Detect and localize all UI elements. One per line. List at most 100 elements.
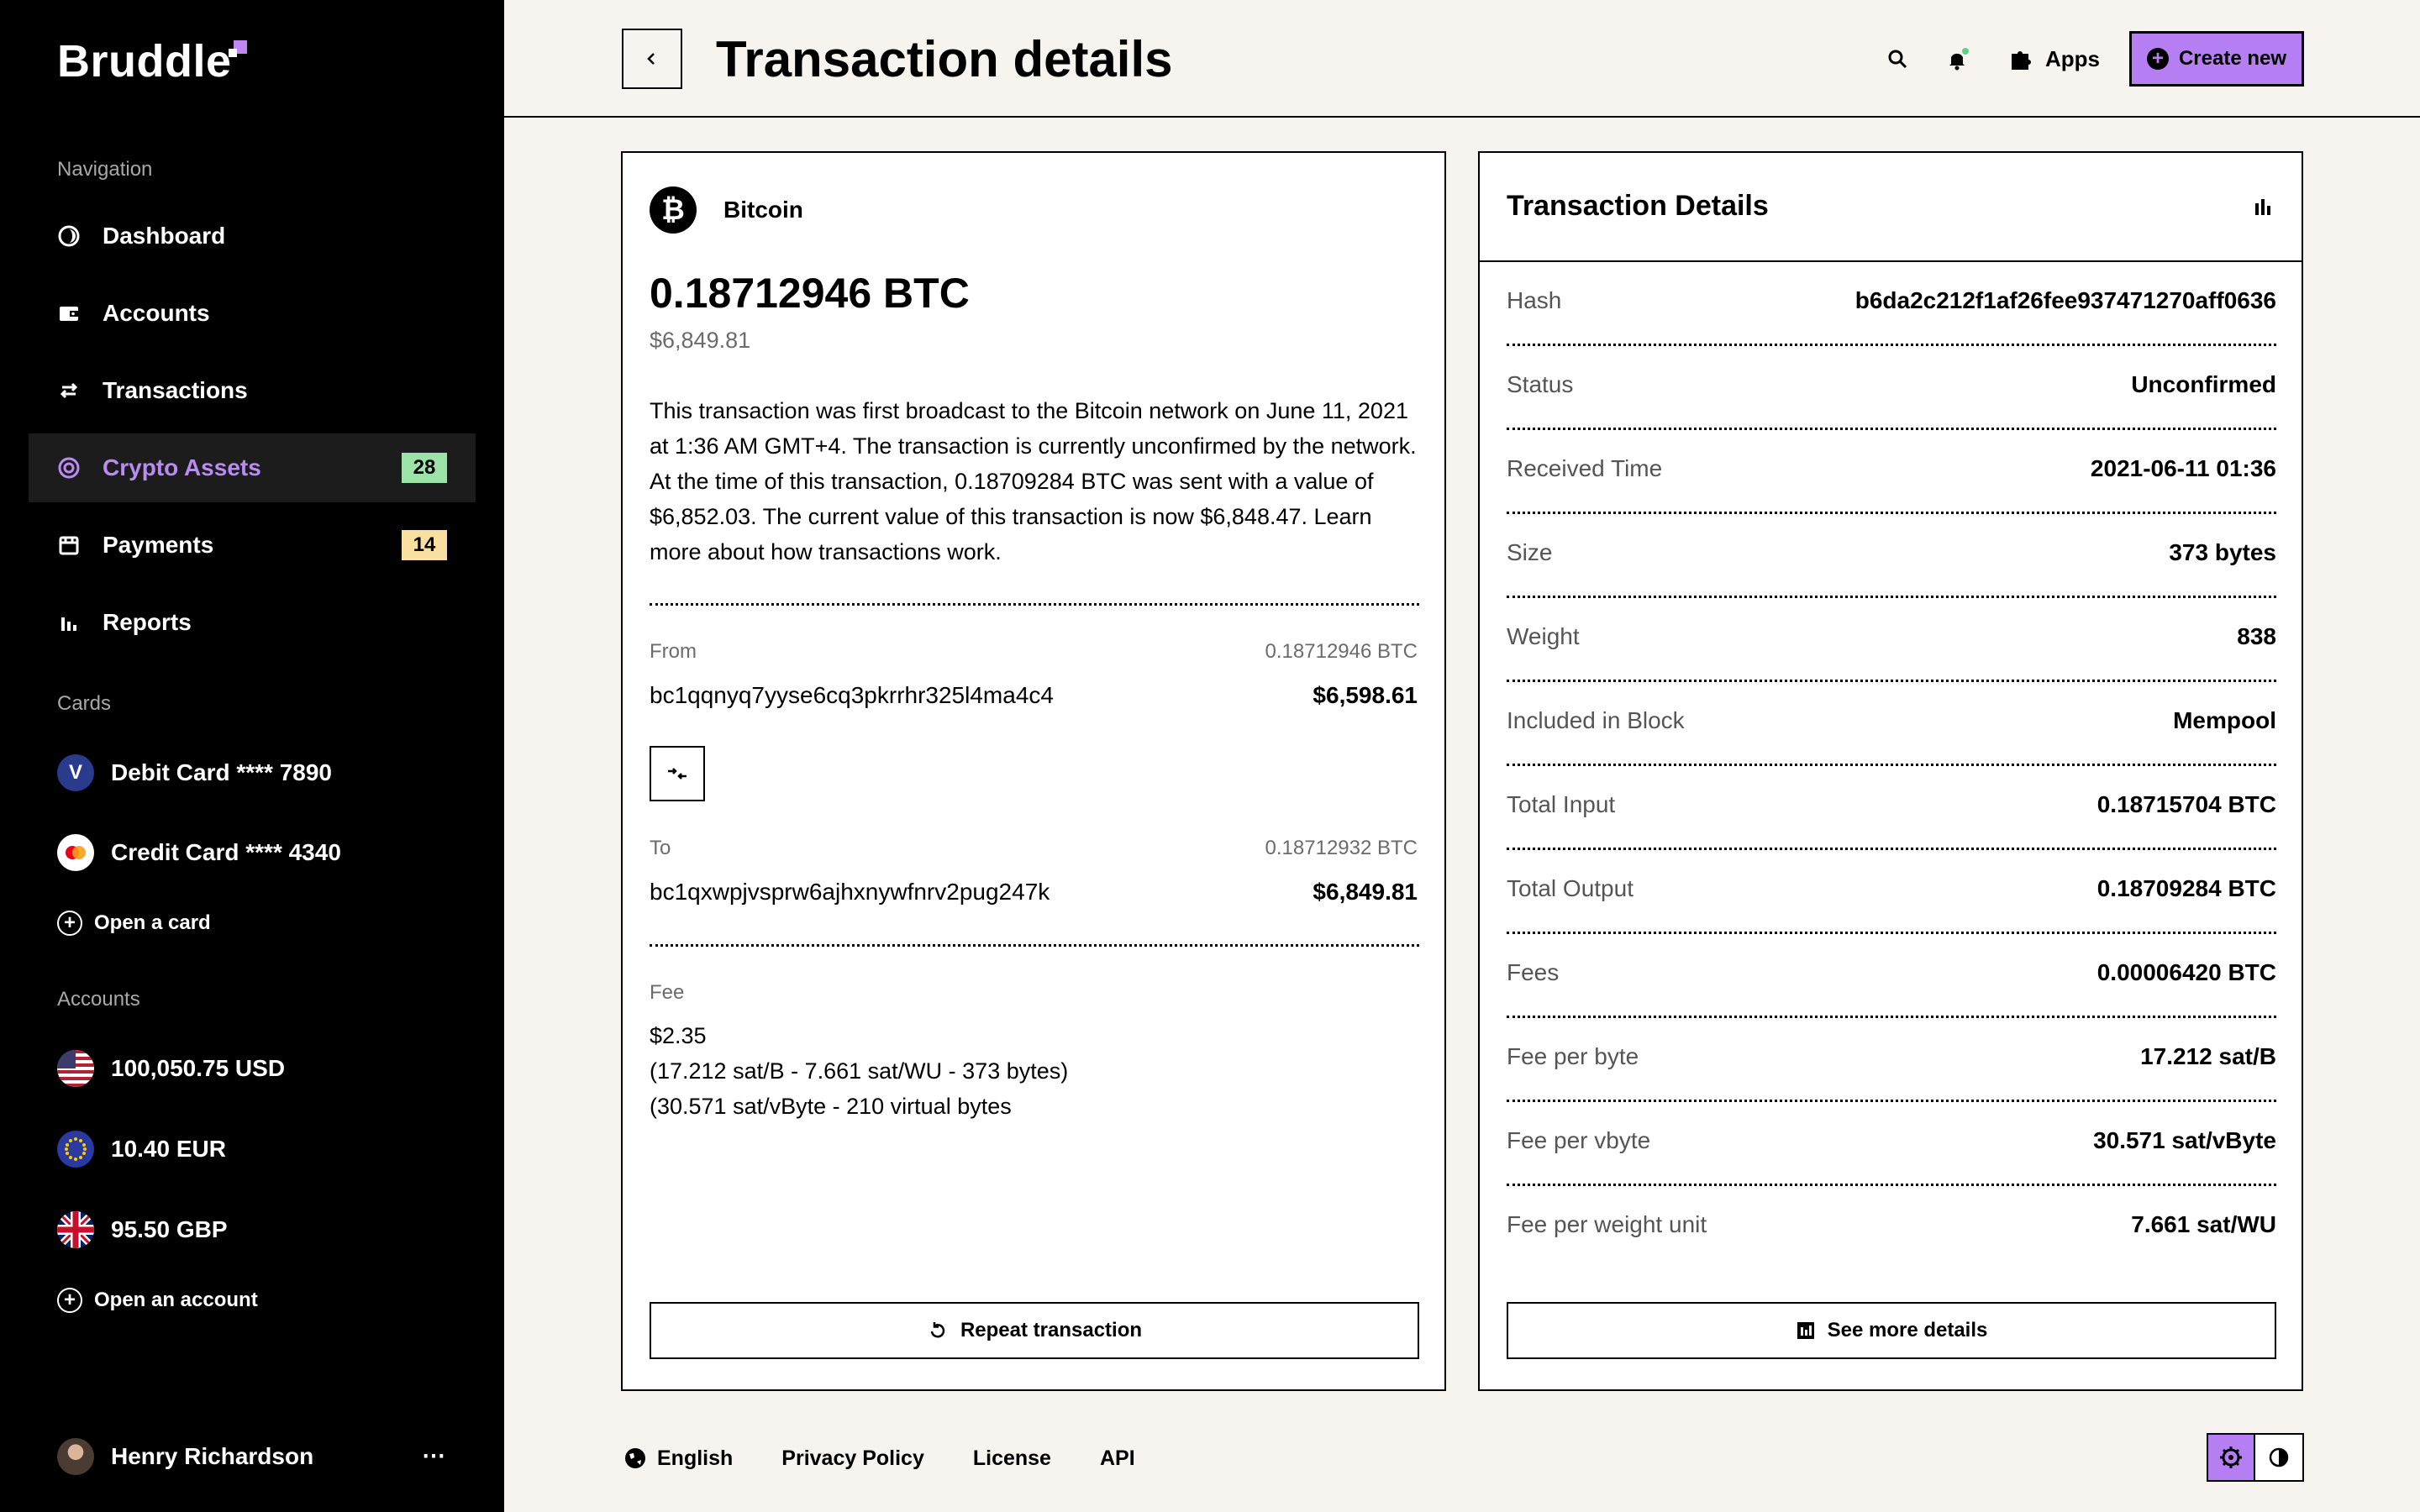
- detail-row-weight: Weight 838: [1507, 598, 2276, 682]
- detail-key: Included in Block: [1507, 707, 1685, 733]
- eu-flag-icon: [57, 1131, 94, 1168]
- dashboard-icon: [57, 224, 81, 248]
- nav-section-label: Navigation: [57, 158, 153, 181]
- detail-row-fee-per-vbyte: Fee per vbyte 30.571 sat/vByte: [1507, 1102, 2276, 1186]
- open-card-link[interactable]: + Open a card: [57, 909, 211, 937]
- search-button[interactable]: [1882, 44, 1912, 74]
- payments-count-badge: 14: [402, 530, 447, 560]
- fee-line: (30.571 sat/vByte - 210 virtual bytes: [650, 1094, 1012, 1119]
- privacy-policy-link[interactable]: Privacy Policy: [781, 1446, 924, 1471]
- uk-flag-icon: [57, 1211, 94, 1248]
- detail-value: 373 bytes: [2169, 539, 2276, 565]
- detail-value: 838: [2237, 623, 2276, 649]
- detail-value: 2021-06-11 01:36: [2090, 455, 2276, 481]
- plus-circle-icon: +: [57, 911, 82, 936]
- detail-key: Total Output: [1507, 875, 1634, 901]
- language-selector[interactable]: English: [623, 1446, 733, 1471]
- user-profile[interactable]: Henry Richardson ⋯: [57, 1436, 447, 1477]
- fiat-amount: $6,849.81: [650, 328, 751, 353]
- nav-item-payments[interactable]: Payments 14: [29, 511, 476, 580]
- apps-button[interactable]: Apps: [2008, 44, 2100, 74]
- detail-row-block: Included in Block Mempool: [1507, 682, 2276, 766]
- to-usd: $6,849.81: [1313, 879, 1418, 905]
- card-label: Debit Card **** 7890: [111, 759, 333, 785]
- nav-label: Payments: [103, 532, 214, 558]
- bar-chart-icon[interactable]: [2251, 195, 2275, 223]
- theme-toggle[interactable]: [2207, 1433, 2304, 1482]
- open-account-label: Open an account: [94, 1289, 258, 1311]
- nav-item-dashboard[interactable]: Dashboard: [29, 202, 476, 270]
- account-item-usd[interactable]: 100,050.75 USD: [57, 1048, 285, 1089]
- detail-key: Total Input: [1507, 791, 1616, 817]
- language-label: English: [657, 1446, 734, 1470]
- nav-label: Accounts: [103, 300, 210, 326]
- detail-value: 30.571 sat/vByte: [2093, 1127, 2276, 1153]
- globe-icon: [625, 1448, 645, 1468]
- dark-mode-moon-icon[interactable]: [2255, 1435, 2302, 1480]
- coin-name: Bitcoin: [723, 197, 803, 223]
- nav-label: Transactions: [103, 377, 248, 403]
- bitcoin-icon: ₿: [650, 186, 697, 234]
- light-mode-gear-icon[interactable]: [2208, 1435, 2255, 1480]
- swap-button[interactable]: [650, 746, 705, 801]
- nav-label: Reports: [103, 609, 192, 635]
- report-icon: [1796, 1320, 1816, 1341]
- brand-name: Bruddle: [57, 36, 232, 87]
- detail-value: Unconfirmed: [2131, 371, 2276, 397]
- account-item-eur[interactable]: 10.40 EUR: [57, 1129, 226, 1169]
- detail-row-fee-per-byte: Fee per byte 17.212 sat/B: [1507, 1018, 2276, 1102]
- wallet-icon: [57, 302, 81, 325]
- create-new-button[interactable]: + Create new: [2129, 31, 2304, 87]
- footer: English Privacy Policy License API: [623, 1443, 1184, 1473]
- to-address[interactable]: bc1qxwpjvsprw6ajhxnywfnrv2pug247k: [650, 879, 1050, 906]
- btc-amount: 0.18712946 BTC: [650, 270, 970, 317]
- fee-line: $2.35: [650, 1023, 707, 1048]
- detail-value[interactable]: b6da2c212f1af26fee937471270aff0636: [1855, 287, 2276, 314]
- detail-row-fees: Fees 0.00006420 BTC: [1507, 934, 2276, 1018]
- card-item-credit[interactable]: Credit Card **** 4340: [57, 832, 341, 873]
- nav-item-reports[interactable]: Reports: [29, 588, 476, 657]
- nav-label: Dashboard: [103, 223, 226, 249]
- api-link[interactable]: API: [1100, 1446, 1135, 1471]
- detail-key: Fee per byte: [1507, 1043, 1639, 1069]
- details-title: Transaction Details: [1507, 190, 1769, 222]
- repeat-transaction-button[interactable]: Repeat transaction: [650, 1302, 1419, 1359]
- nav-item-accounts[interactable]: Accounts: [29, 279, 476, 348]
- swap-arrows-icon: [668, 768, 687, 780]
- from-address[interactable]: bc1qqnyq7yyse6cq3pkrrhr325l4ma4c4: [650, 682, 1054, 709]
- page-title: Transaction details: [716, 31, 1173, 87]
- from-label: From: [650, 640, 697, 663]
- notifications-button[interactable]: [1943, 44, 1973, 74]
- license-link[interactable]: License: [973, 1446, 1051, 1471]
- nav-label: Crypto Assets: [103, 454, 261, 480]
- transfer-icon: [57, 379, 81, 402]
- detail-value: 0.18715704 BTC: [2096, 791, 2276, 817]
- mastercard-icon: [57, 834, 94, 871]
- open-account-link[interactable]: + Open an account: [57, 1286, 258, 1315]
- plus-circle-icon: +: [2146, 48, 2169, 70]
- refresh-icon: [927, 1320, 949, 1341]
- transaction-summary-panel: ₿ Bitcoin 0.18712946 BTC $6,849.81 This …: [621, 151, 1446, 1391]
- detail-row-total-output: Total Output 0.18709284 BTC: [1507, 850, 2276, 934]
- account-item-gbp[interactable]: 95.50 GBP: [57, 1210, 228, 1250]
- back-button[interactable]: [622, 29, 682, 89]
- crypto-icon: [57, 456, 81, 480]
- brand-logo[interactable]: Bruddle: [57, 35, 247, 87]
- detail-key: Fee per weight unit: [1507, 1211, 1707, 1237]
- coin-header: ₿ Bitcoin: [650, 186, 803, 234]
- see-more-details-button[interactable]: See more details: [1507, 1302, 2276, 1359]
- nav-item-transactions[interactable]: Transactions: [29, 356, 476, 425]
- transaction-details-panel: Transaction Details Hash b6da2c212f1af26…: [1478, 151, 2303, 1391]
- divider: [650, 603, 1419, 606]
- nav-item-crypto-assets[interactable]: Crypto Assets 28: [29, 433, 476, 502]
- detail-key: Received Time: [1507, 455, 1663, 481]
- detail-value: Mempool: [2173, 707, 2276, 733]
- detail-key: Fees: [1507, 959, 1560, 985]
- see-more-details-label: See more details: [1827, 1319, 1988, 1341]
- card-item-debit[interactable]: V Debit Card **** 7890: [57, 753, 332, 793]
- crypto-count-badge: 28: [402, 453, 447, 483]
- create-new-label: Create new: [2178, 47, 2287, 70]
- us-flag-icon: [57, 1050, 94, 1087]
- more-options-icon[interactable]: ⋯: [422, 1441, 447, 1469]
- bell-icon: [1949, 48, 1969, 71]
